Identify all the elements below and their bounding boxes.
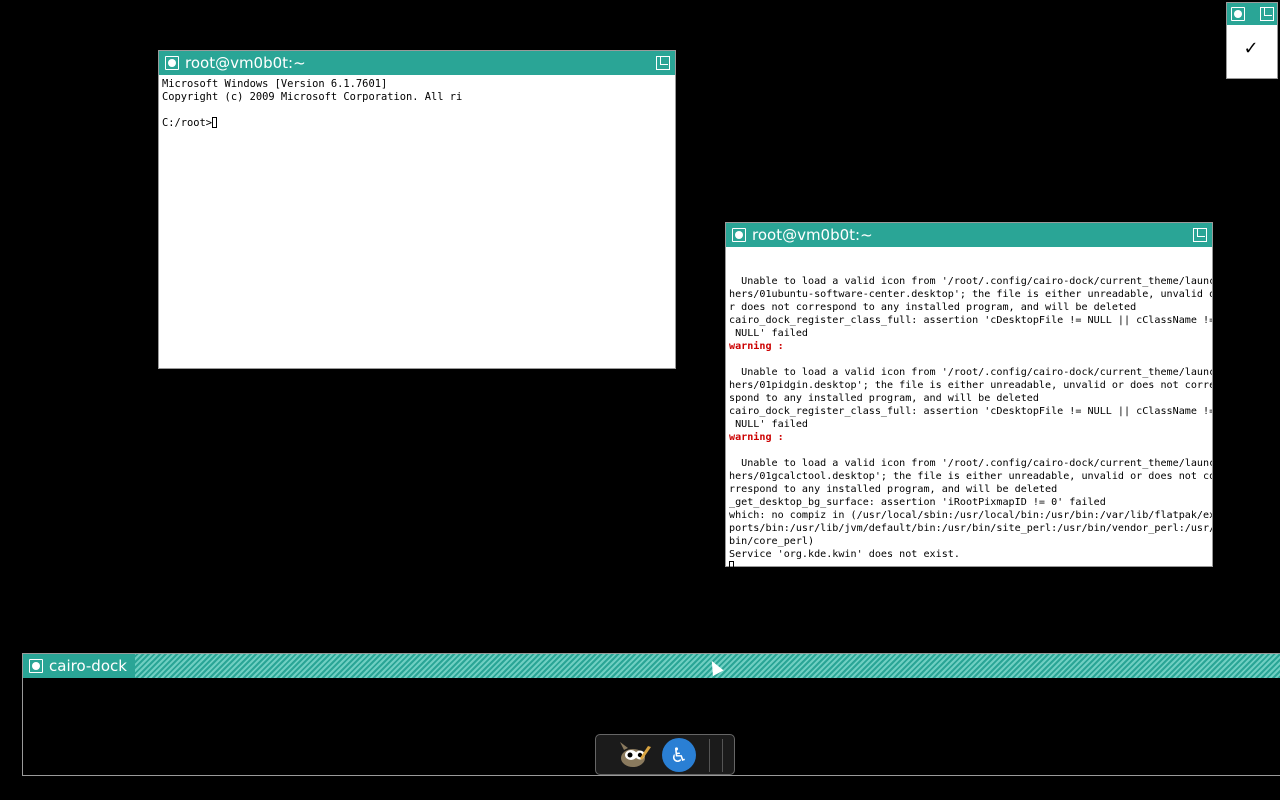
window-menu-icon[interactable] [29,659,43,673]
cairo-dock-window[interactable]: cairo-dock ♿ [22,653,1280,776]
terminal-line: spond to any installed program, and will… [729,393,1039,404]
terminal-line: Copyright (c) 2009 Microsoft Corporation… [162,91,463,103]
terminal-line: which: no compiz in (/usr/local/sbin:/us… [729,510,1212,521]
terminal-prompt: C:/root> [162,117,675,130]
terminal-line: rrespond to any installed program, and w… [729,484,1058,495]
terminal-line: Unable to load a valid icon from '/root/… [729,276,1212,287]
warning-label: warning : [729,432,784,443]
prompt-text: C:/root> [162,117,213,129]
dock-separator [709,739,710,772]
terminal-line-faint [729,262,1212,275]
terminal-line: Unable to load a valid icon from '/root/… [729,458,1212,469]
terminal-window-1[interactable]: root@vm0b0t:~ Microsoft Windows [Version… [158,50,676,369]
terminal-line: NULL' failed [729,328,809,339]
terminal-line: Microsoft Windows [Version 6.1.7601] [162,78,388,90]
terminal-window-2[interactable]: root@vm0b0t:~ Unable to load a valid ico… [725,222,1213,572]
window-menu-icon[interactable] [732,228,746,242]
terminal-line: cairo_dock_register_class_full: assertio… [729,315,1212,326]
titlebar[interactable] [1227,3,1277,25]
terminal-line: _get_desktop_bg_surface: assertion 'iRoo… [729,497,1106,508]
warning-label: warning : [729,341,784,352]
titlebar[interactable]: root@vm0b0t:~ [159,51,675,75]
text-cursor [212,117,218,128]
checkmark-icon[interactable]: ✓ [1241,39,1261,59]
warning-line: warning : [729,431,1212,444]
titlebar[interactable]: cairo-dock [23,654,1280,678]
terminal-line: NULL' failed [729,419,809,430]
terminal-line: cairo_dock_register_class_full: assertio… [729,406,1212,417]
accessibility-glyph: ♿ [662,738,696,772]
dock-bar[interactable]: ♿ [595,734,735,775]
terminal-line: hers/01gcalctool.desktop'; the file is e… [729,471,1212,482]
text-cursor [729,561,734,572]
window-menu-icon[interactable] [165,56,179,70]
dock-title-area: cairo-dock [23,654,135,678]
terminal-line-faint [729,444,1212,457]
terminal-prompt [729,561,1212,574]
gimp-icon[interactable] [618,738,652,772]
titlebar[interactable]: root@vm0b0t:~ [726,223,1212,247]
terminal-line-faint [729,353,1212,366]
terminal-output[interactable]: Microsoft Windows [Version 6.1.7601] Copy… [159,75,675,130]
terminal-line: ports/bin:/usr/lib/jvm/default/bin:/usr/… [729,523,1212,534]
terminal-output[interactable]: Unable to load a valid icon from '/root/… [726,247,1212,574]
window-title: cairo-dock [49,657,127,675]
terminal-line: Unable to load a valid icon from '/root/… [729,367,1212,378]
dock-separator [722,739,723,772]
window-title: root@vm0b0t:~ [752,226,873,244]
window-title: root@vm0b0t:~ [185,54,306,72]
terminal-line: bin/core_perl) [729,536,815,547]
terminal-line: r does not correspond to any installed p… [729,302,1137,313]
maximize-icon[interactable] [1193,228,1207,242]
accessibility-icon[interactable]: ♿ [662,738,696,772]
maximize-icon[interactable] [1260,7,1274,21]
terminal-line: hers/01ubuntu-software-center.desktop'; … [729,289,1212,300]
terminal-line: Service 'org.kde.kwin' does not exist. [729,549,960,560]
terminal-line: hers/01pidgin.desktop'; the file is eith… [729,380,1212,391]
window-menu-icon[interactable] [1231,7,1245,21]
gimp-icon-graphic [620,742,651,767]
warning-line: warning : [729,340,1212,353]
maximize-icon[interactable] [656,56,670,70]
mini-widget-window[interactable]: ✓ [1226,2,1278,79]
